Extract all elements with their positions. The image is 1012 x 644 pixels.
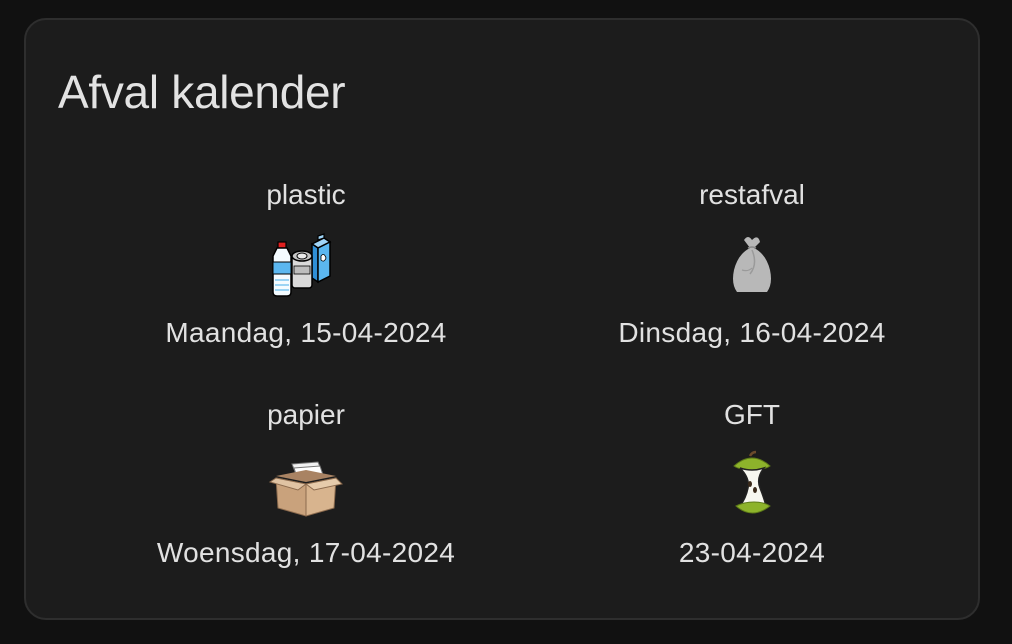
apple-core-icon [712,450,792,520]
collection-date: Maandag, 15-04-2024 [165,317,447,348]
garbage-bag-icon [712,230,792,300]
card-title: Afval kalender [58,66,346,118]
collection-date: Woensdag, 17-04-2024 [156,537,456,568]
collection-date: 23-04-2024 [678,537,826,568]
cardboard-box-icon [266,450,346,520]
plastic-bottles-cans-carton-icon [266,230,346,300]
waste-type-label: plastic [266,179,346,210]
waste-type-label: GFT [724,399,780,430]
collection-date: Dinsdag, 16-04-2024 [618,317,886,348]
waste-calendar-card: Afval kalender plastic Maandag, 15-04-20… [24,18,980,620]
waste-type-label: papier [267,399,345,430]
waste-type-label: restafval [699,179,805,210]
